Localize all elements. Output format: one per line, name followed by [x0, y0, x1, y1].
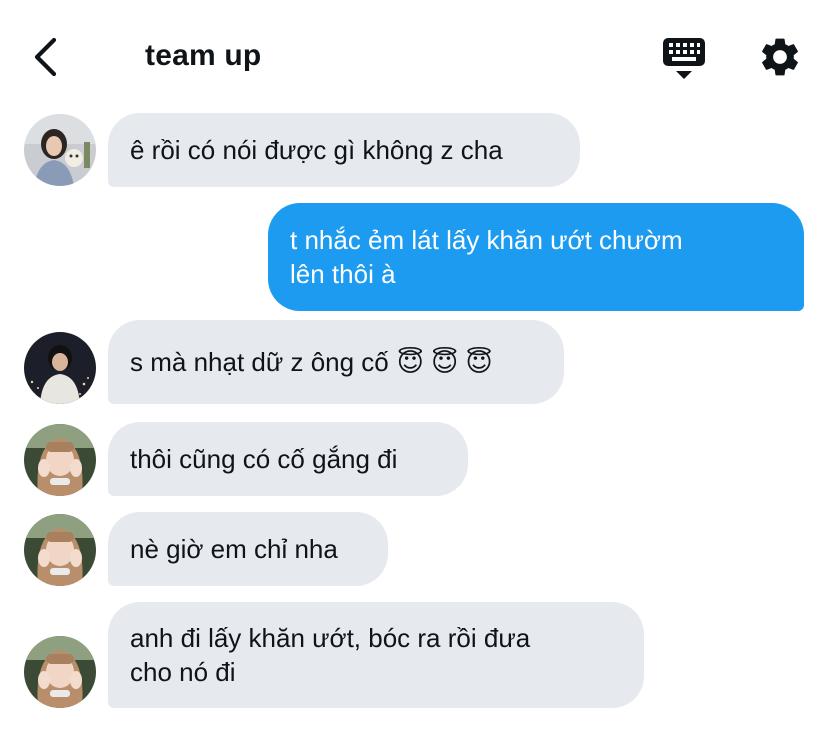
gear-icon	[762, 38, 798, 76]
message-text: nè giờ em chỉ nha	[130, 534, 338, 564]
avatar[interactable]	[24, 424, 96, 496]
message-bubble-incoming[interactable]: nè giờ em chỉ nha	[108, 512, 388, 586]
back-button[interactable]	[28, 36, 68, 78]
message-text: thôi cũng có cố gắng đi	[130, 444, 398, 474]
message-text-line-1: anh đi lấy khăn ướt, bóc ra rồi đưa	[130, 623, 531, 653]
message-text-line-2: cho nó đi	[130, 657, 236, 687]
keyboard-button[interactable]	[660, 36, 708, 82]
message-bubble-incoming[interactable]: anh đi lấy khăn ướt, bóc ra rồi đưa cho …	[108, 602, 644, 708]
chevron-left-icon	[34, 37, 57, 77]
message-bubble-incoming[interactable]: thôi cũng có cố gắng đi	[108, 422, 468, 496]
keyboard-icon	[663, 38, 705, 79]
conversation-title: team up	[145, 39, 262, 72]
avatar-girl-hands-face	[24, 424, 96, 496]
message-bubble-incoming[interactable]: s mà nhạt dữ z ông cố 😇 😇 😇	[108, 320, 564, 404]
message-text-line-1: t nhắc ẻm lát lấy khăn ướt chườm	[290, 225, 683, 255]
message-bubble-incoming[interactable]: ê rồi có nói được gì không z cha	[108, 113, 580, 187]
avatar-girl-hands-face	[24, 636, 96, 708]
message-text: s mà nhạt dữ z ông cố	[130, 347, 389, 377]
message-text: ê rồi có nói được gì không z cha	[130, 135, 503, 165]
avatar[interactable]	[24, 636, 96, 708]
avatar[interactable]	[24, 114, 96, 186]
avatar-girl-hands-face	[24, 514, 96, 586]
message-text-line-2: lên thôi à	[290, 259, 396, 289]
settings-button[interactable]	[757, 34, 803, 80]
avatar-boy-night-city	[24, 332, 96, 404]
avatar-girl-with-dog	[24, 114, 96, 186]
message-bubble-outgoing[interactable]: t nhắc ẻm lát lấy khăn ướt chườm lên thô…	[268, 203, 804, 311]
halo-emoji: 😇 😇 😇	[396, 347, 493, 377]
avatar[interactable]	[24, 514, 96, 586]
avatar[interactable]	[24, 332, 96, 404]
